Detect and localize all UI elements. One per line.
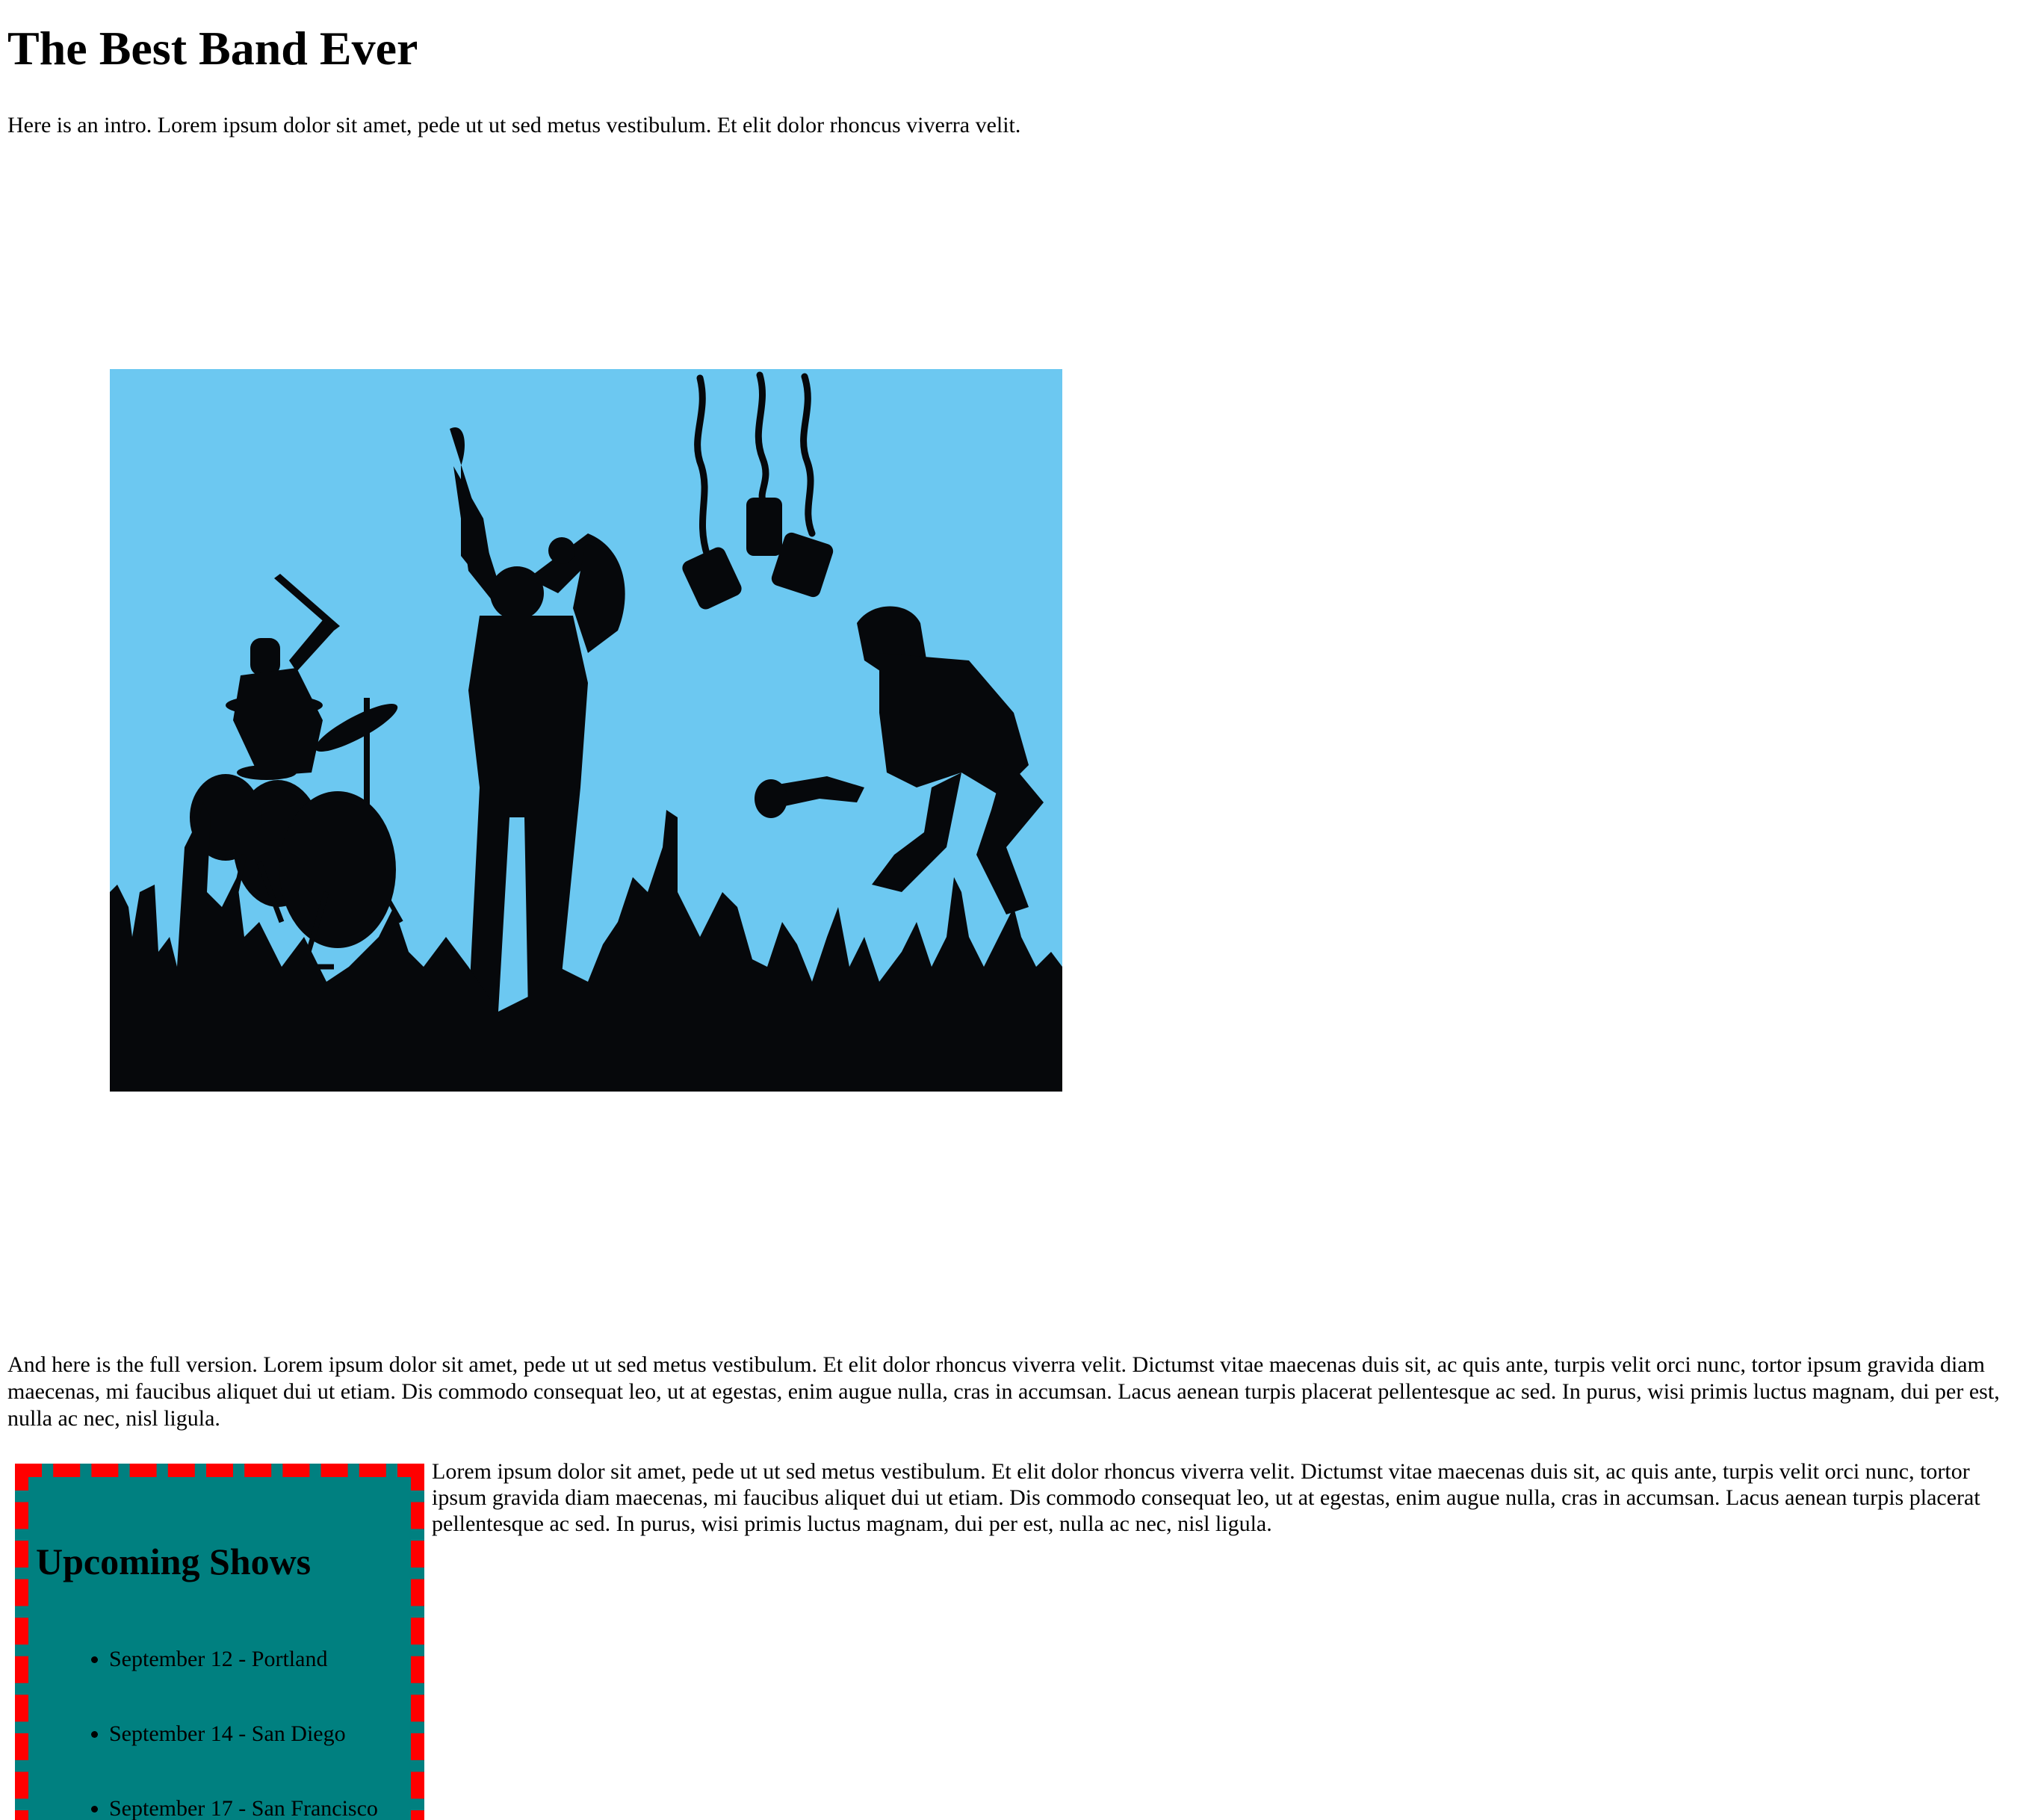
upcoming-shows-title: Upcoming Shows — [36, 1541, 312, 1582]
side-paragraph: Lorem ipsum dolor sit amet, pede ut ut s… — [432, 1459, 1980, 1536]
list-item: September 17 - San Francisco — [109, 1795, 378, 1820]
page: The Best Band Ever Here is an intro. Lor… — [0, 0, 2023, 1820]
list-item: September 12 - Portland — [109, 1646, 378, 1721]
upcoming-shows-box: Upcoming Shows September 12 - Portland S… — [15, 1464, 424, 1820]
intro-paragraph: Here is an intro. Lorem ipsum dolor sit … — [7, 113, 1021, 137]
band-image — [110, 369, 1062, 1092]
full-version-paragraph: And here is the full version. Lorem ipsu… — [7, 1352, 2000, 1431]
page-title: The Best Band Ever — [7, 22, 418, 75]
list-item: September 14 - San Diego — [109, 1721, 378, 1795]
shows-list: September 12 - Portland September 14 - S… — [28, 1646, 378, 1820]
